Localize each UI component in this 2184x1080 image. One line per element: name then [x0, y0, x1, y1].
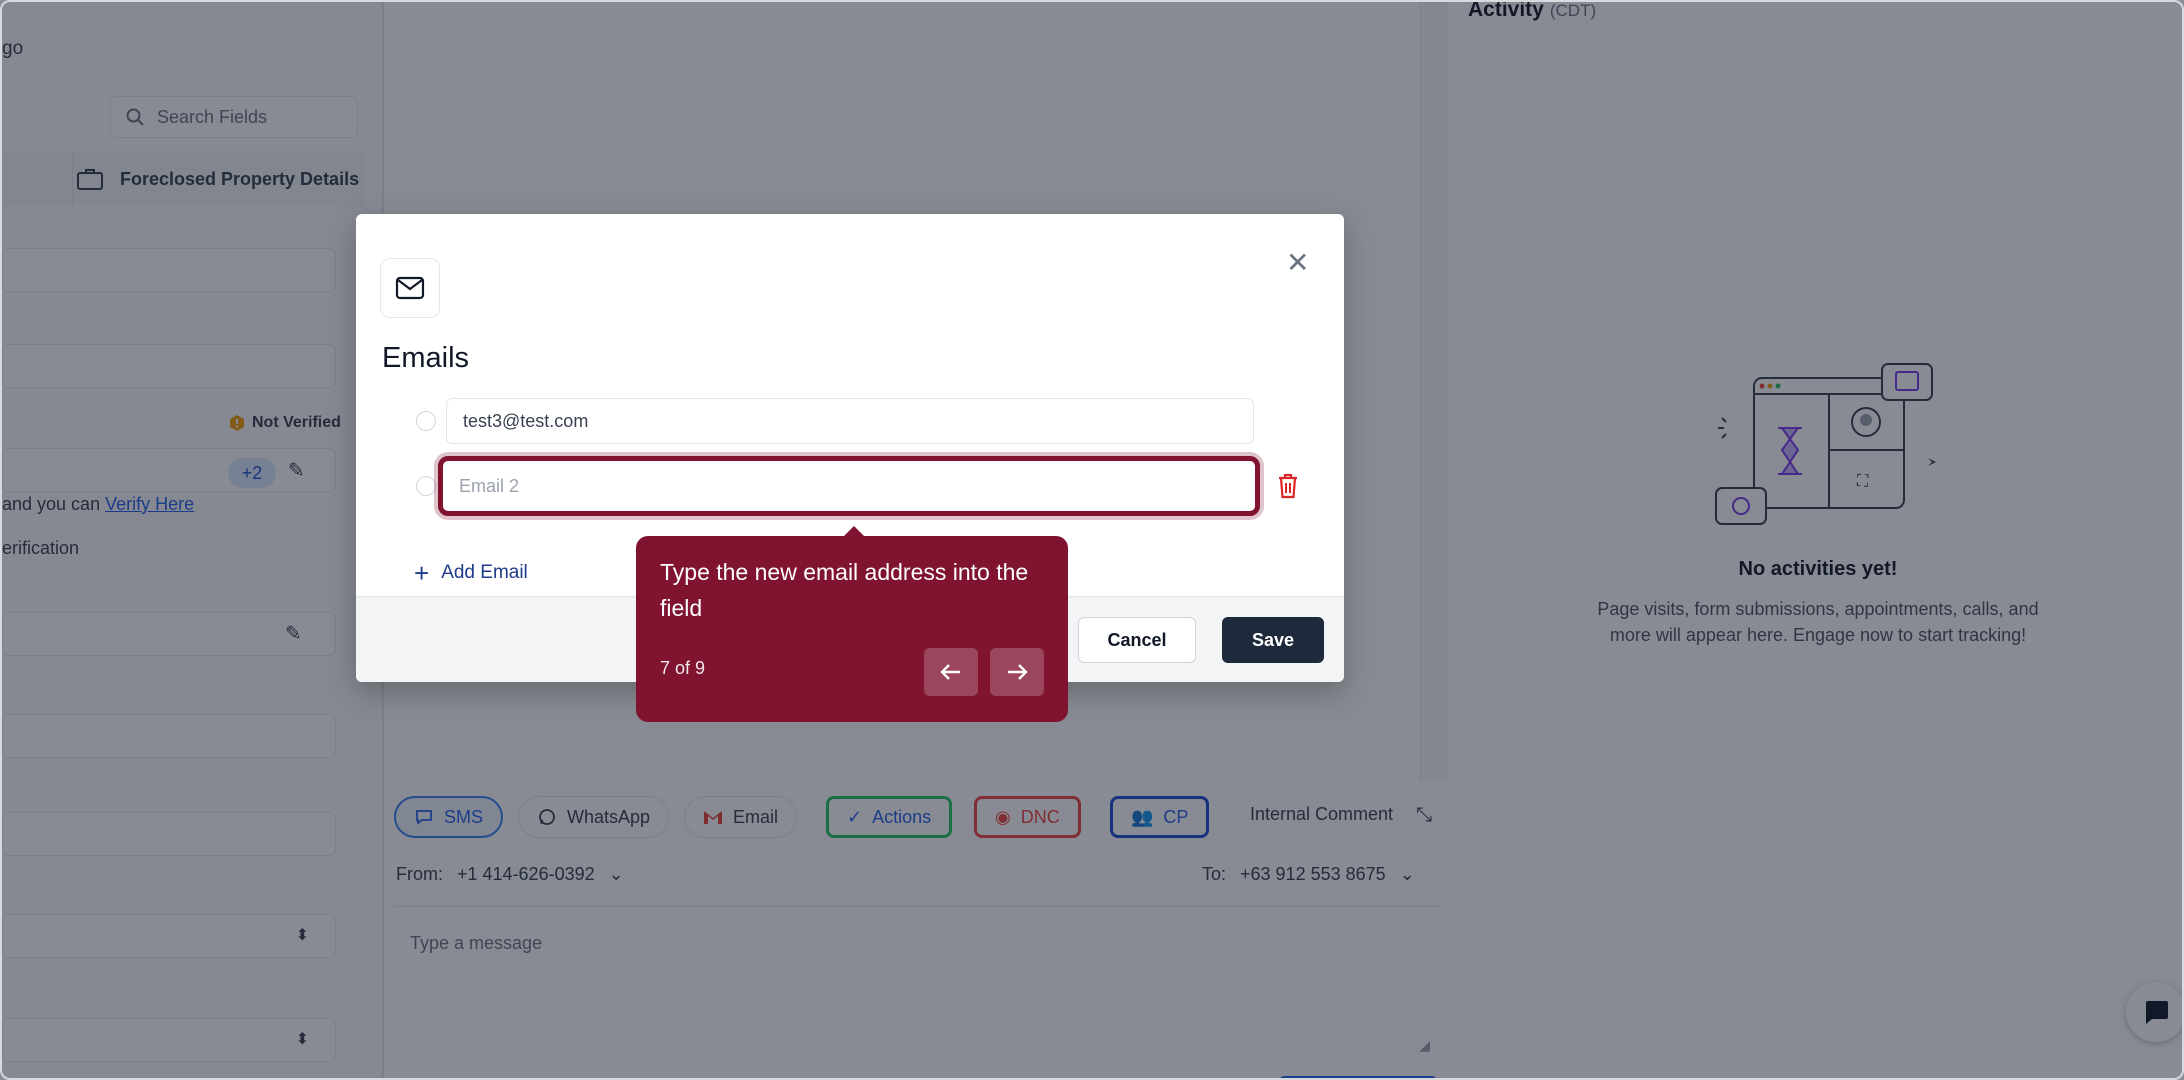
tour-prev-button[interactable] [924, 648, 978, 696]
tour-instruction: Type the new email address into the fiel… [660, 559, 1029, 621]
arrow-right-icon [1008, 664, 1028, 680]
email-field-2[interactable] [438, 456, 1260, 516]
add-email-button[interactable]: + Add Email [414, 560, 528, 586]
tour-tooltip: Type the new email address into the fiel… [636, 536, 1068, 722]
cancel-button[interactable]: Cancel [1078, 617, 1196, 663]
plus-icon: + [414, 558, 430, 588]
tour-next-button[interactable] [990, 648, 1044, 696]
arrow-left-icon [940, 664, 960, 680]
email-field-1[interactable] [446, 398, 1254, 444]
save-button[interactable]: Save [1222, 617, 1324, 663]
primary-email-radio[interactable] [416, 411, 436, 431]
close-icon[interactable]: ✕ [1286, 246, 1309, 279]
primary-email-radio[interactable] [416, 476, 436, 496]
tour-step-counter: 7 of 9 [660, 658, 706, 678]
trash-icon[interactable] [1276, 472, 1300, 500]
add-email-label: Add Email [441, 562, 528, 583]
mail-icon [380, 258, 440, 318]
modal-title: Emails [382, 342, 470, 374]
screen: go Search Fields Foreclosed Property Det… [0, 0, 2184, 1080]
